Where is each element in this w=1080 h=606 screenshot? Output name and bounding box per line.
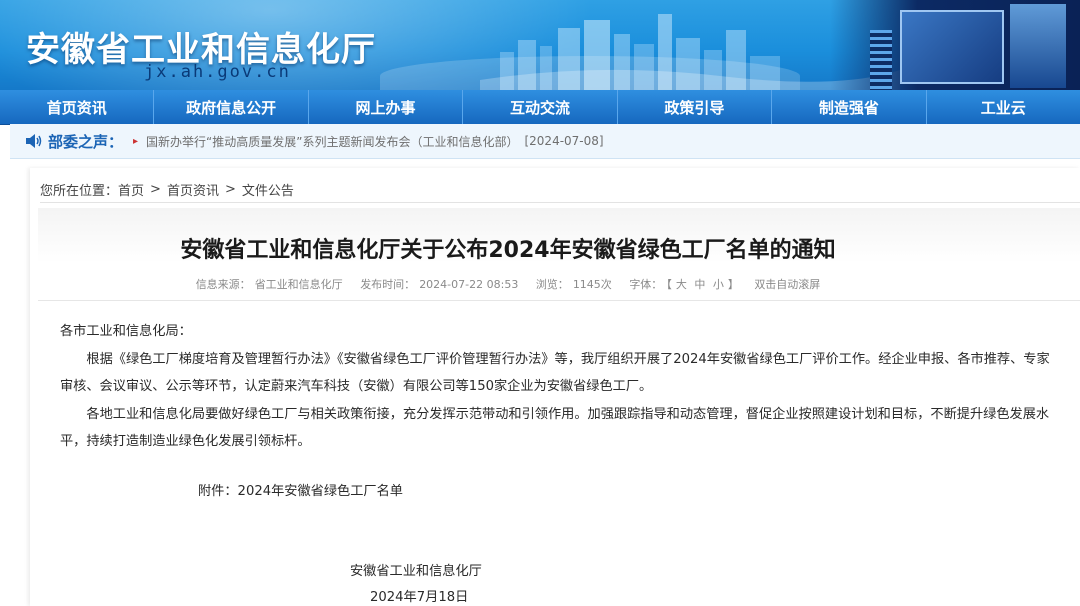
breadcrumb-home[interactable]: 首页 xyxy=(118,180,144,199)
salutation: 各市工业和信息化局： xyxy=(60,324,192,339)
font-medium-button[interactable]: 中 xyxy=(694,278,705,291)
bullet-icon: ▸ xyxy=(133,135,139,147)
autoscroll-toggle[interactable]: 双击自动滚屏 xyxy=(754,278,820,291)
breadcrumb-home-news[interactable]: 首页资讯 xyxy=(167,180,219,199)
monitor-graphic xyxy=(900,10,1004,84)
tech-graphic xyxy=(830,0,1080,90)
site-banner: 安徽省工业和信息化厅 jx.ah.gov.cn xyxy=(0,0,1080,90)
font-small-button[interactable]: 小 xyxy=(713,278,724,291)
font-large-button[interactable]: 大 xyxy=(676,278,687,291)
article-title: 安徽省工业和信息化厅关于公布2024年安徽省绿色工厂名单的通知 xyxy=(180,238,836,263)
nav-item-online-services[interactable]: 网上办事 xyxy=(309,90,464,124)
main-content: 您所在位置： 首页 > 首页资讯 > 文件公告 安徽省工业和信息化厅关于公布20… xyxy=(30,168,1080,606)
ticker-news-link[interactable]: ▸ 国新办举行“推动高质量发展”系列主题新闻发布会（工业和信息化部） [2024… xyxy=(133,133,604,150)
nav-item-manufacturing[interactable]: 制造强省 xyxy=(772,90,927,124)
ticker-label: 部委之声： xyxy=(48,132,124,151)
ticker-news-date: [2024-07-08] xyxy=(524,134,604,148)
bracket-close: 】 xyxy=(727,278,739,291)
article-body: 各市工业和信息化局： 根据《绿色工厂梯度培育及管理暂行办法》《安徽省绿色工厂评价… xyxy=(60,318,1060,456)
article-header: 安徽省工业和信息化厅关于公布2024年安徽省绿色工厂名单的通知 信息来源： 省工业… xyxy=(38,208,1080,301)
attachment-link[interactable]: 附件：2024年安徽省绿色工厂名单 xyxy=(198,480,403,499)
font-size-label: 字体： xyxy=(629,278,663,291)
site-domain: jx.ah.gov.cn xyxy=(144,62,291,82)
source-value: 省工业和信息化厅 xyxy=(254,278,343,291)
published-value: 2024-07-22 08:53 xyxy=(419,278,519,291)
panel-graphic xyxy=(1010,4,1066,88)
nav-item-home-news[interactable]: 首页资讯 xyxy=(0,90,155,124)
server-rack-graphic xyxy=(870,30,892,90)
nav-item-industry-cloud[interactable]: 工业云 xyxy=(927,90,1080,124)
source-label: 信息来源： xyxy=(195,278,251,291)
bracket-open: 【 xyxy=(666,278,672,291)
published-label: 发布时间： xyxy=(360,278,416,291)
nav-item-gov-info[interactable]: 政府信息公开 xyxy=(154,90,309,124)
main-nav: 首页资讯 政府信息公开 网上办事 互动交流 政策引导 制造强省 工业云 xyxy=(0,90,1080,125)
breadcrumb-separator: > xyxy=(150,181,161,197)
nav-item-interaction[interactable]: 互动交流 xyxy=(463,90,618,124)
signature-date: 2024年7月18日 xyxy=(370,590,469,605)
banner-wave xyxy=(380,56,800,90)
signature-org: 安徽省工业和信息化厅 xyxy=(350,564,482,579)
breadcrumb: 您所在位置： 首页 > 首页资讯 > 文件公告 xyxy=(40,176,1080,203)
breadcrumb-prefix: 您所在位置： xyxy=(40,183,119,199)
news-ticker: 部委之声： ▸ 国新办举行“推动高质量发展”系列主题新闻发布会（工业和信息化部）… xyxy=(10,124,1080,159)
nav-item-policy[interactable]: 政策引导 xyxy=(618,90,773,124)
article-meta: 信息来源： 省工业和信息化厅 发布时间： 2024-07-22 08:53 浏览： 1… xyxy=(38,276,978,292)
paragraph-1: 根据《绿色工厂梯度培育及管理暂行办法》《安徽省绿色工厂评价管理暂行办法》等，我厅… xyxy=(60,351,1050,395)
speaker-icon xyxy=(26,134,42,148)
breadcrumb-announcements[interactable]: 文件公告 xyxy=(242,180,294,199)
breadcrumb-separator: > xyxy=(224,181,236,197)
views-value: 1145次 xyxy=(572,278,612,291)
ticker-news-text: 国新办举行“推动高质量发展”系列主题新闻发布会（工业和信息化部） xyxy=(146,134,519,149)
views-label: 浏览： xyxy=(535,278,569,291)
paragraph-2: 各地工业和信息化局要做好绿色工厂与相关政策衔接，充分发挥示范带动和引领作用。加强… xyxy=(60,406,1050,450)
